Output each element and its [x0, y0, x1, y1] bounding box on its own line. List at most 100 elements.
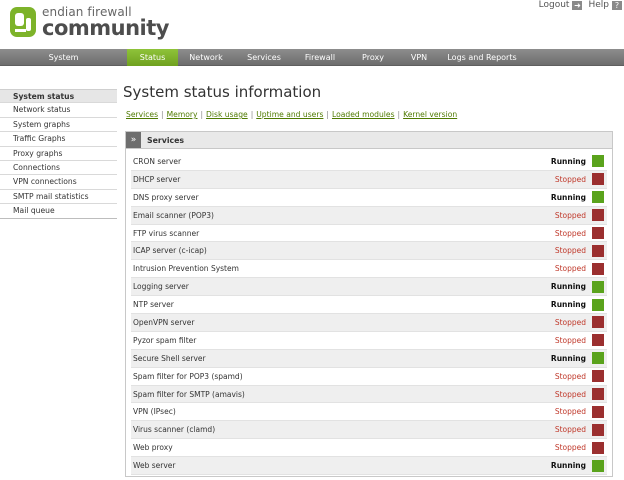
service-name: OpenVPN server [133, 317, 195, 327]
service-row: NTP server Running [131, 296, 607, 315]
sidebar-item-smtp-mail-statistics[interactable]: SMTP mail statistics [0, 190, 117, 205]
service-status: Stopped [554, 371, 586, 381]
sidebar-item-proxy-graphs[interactable]: Proxy graphs [0, 147, 117, 161]
logout-label: Logout [538, 0, 570, 10]
endian-logo-icon [10, 7, 36, 37]
service-name: Email scanner (POP3) [133, 210, 214, 220]
endian-logo: endian firewall community [9, 4, 169, 42]
link-disk-usage[interactable]: Disk usage [206, 110, 248, 119]
service-name: Spam filter for POP3 (spamd) [133, 371, 243, 381]
nav-network[interactable]: Network [178, 49, 234, 66]
service-status: Running [550, 353, 586, 363]
service-row: Secure Shell server Running [131, 349, 607, 368]
stopped-indicator-icon [592, 388, 604, 401]
service-row: OpenVPN server Stopped [131, 314, 607, 332]
stopped-indicator-icon [592, 423, 604, 436]
service-status: Running [550, 461, 586, 471]
nav-status[interactable]: Status [127, 49, 178, 66]
nav-services[interactable]: Services [234, 49, 294, 66]
running-indicator-icon [592, 155, 604, 168]
service-row: Pyzor spam filter Stopped [131, 332, 607, 350]
service-row: ICAP server (c-icap) Stopped [131, 242, 607, 261]
service-status: Running [550, 282, 586, 292]
service-status: Stopped [554, 407, 586, 417]
running-indicator-icon [592, 298, 604, 311]
top-links: Logout ➜ Help ? [539, 0, 622, 12]
services-panel: » Services CRON server Running DHCP server… [125, 131, 613, 477]
help-label: Help [588, 0, 609, 10]
nav-firewall[interactable]: Firewall [294, 49, 346, 66]
service-row: Web server Running [131, 457, 607, 476]
stopped-indicator-icon [592, 334, 604, 347]
collapse-toggle-icon[interactable]: » [126, 132, 141, 148]
services-list: CRON server Running DHCP server Stopped DNS … [126, 149, 612, 476]
service-status: Running [550, 156, 586, 166]
service-status: Stopped [554, 264, 586, 274]
services-panel-title: Services [147, 135, 185, 145]
service-name: DNS proxy server [133, 192, 199, 202]
service-name: Web server [133, 461, 176, 471]
service-row: VPN (IPsec) Stopped [131, 403, 607, 422]
service-row: Spam filter for POP3 (spamd) Stopped [131, 368, 607, 386]
page-title: System status information [123, 83, 322, 101]
nav-proxy[interactable]: Proxy [346, 49, 400, 66]
service-row: DHCP server Stopped [131, 170, 607, 189]
sidebar-item-mail-queue[interactable]: Mail queue [0, 204, 117, 219]
logo-text-line2: community [42, 16, 169, 40]
link-memory[interactable]: Memory [167, 110, 198, 119]
help-icon[interactable]: ? [612, 0, 622, 10]
link-loaded-modules[interactable]: Loaded modules [332, 110, 395, 119]
services-panel-header: » Services [126, 132, 612, 149]
service-status: Running [550, 300, 586, 310]
logout-icon[interactable]: ➜ [572, 0, 583, 10]
service-name: Intrusion Prevention System [133, 264, 239, 274]
stopped-indicator-icon [592, 262, 604, 275]
service-status: Stopped [554, 210, 586, 220]
section-links: Services | Memory | Disk usage | Uptime and us… [126, 110, 457, 119]
stopped-indicator-icon [592, 441, 604, 454]
service-row: FTP virus scanner Stopped [131, 225, 607, 243]
link-separator: | [200, 110, 204, 119]
stopped-indicator-icon [592, 209, 604, 222]
running-indicator-icon [592, 352, 604, 365]
stopped-indicator-icon [592, 370, 604, 383]
link-separator: | [250, 110, 254, 119]
service-row: DNS proxy server Running [131, 189, 607, 207]
service-name: Secure Shell server [133, 353, 206, 363]
stopped-indicator-icon [592, 316, 604, 329]
nav-vpn[interactable]: VPN [400, 49, 438, 66]
sidebar-item-system-graphs[interactable]: System graphs [0, 118, 117, 133]
nav-logs-and-reports[interactable]: Logs and Reports [438, 49, 526, 66]
service-name: DHCP server [133, 174, 181, 184]
service-name: CRON server [133, 156, 182, 166]
help-link[interactable]: Help ? [588, 0, 622, 10]
link-separator: | [326, 110, 329, 119]
service-status: Stopped [554, 317, 586, 327]
service-status: Stopped [554, 228, 586, 238]
link-kernel-version[interactable]: Kernel version [403, 110, 457, 119]
service-name: FTP virus scanner [133, 228, 200, 238]
nav-system[interactable]: System [0, 49, 127, 66]
sidebar-item-connections[interactable]: Connections [0, 161, 117, 176]
service-name: Pyzor spam filter [133, 335, 197, 345]
service-status: Stopped [554, 389, 586, 399]
service-status: Stopped [554, 425, 586, 435]
service-status: Running [550, 192, 586, 202]
link-uptime-and-users[interactable]: Uptime and users [256, 110, 323, 119]
sidebar-item-network-status[interactable]: Network status [0, 103, 117, 118]
link-services[interactable]: Services [126, 110, 158, 119]
main-nav: System Status Network Services Firewall … [0, 49, 624, 66]
service-name: Spam filter for SMTP (amavis) [133, 389, 245, 399]
sidebar-item-vpn-connections[interactable]: VPN connections [0, 175, 117, 190]
running-indicator-icon [592, 459, 604, 472]
sidebar-item-system-status[interactable]: System status [0, 89, 117, 104]
logout-link[interactable]: Logout ➜ [539, 0, 583, 10]
sidebar-item-traffic-graphs[interactable]: Traffic Graphs [0, 132, 117, 147]
link-separator: | [397, 110, 401, 119]
running-indicator-icon [592, 280, 604, 293]
stopped-indicator-icon [592, 244, 604, 257]
service-row: Spam filter for SMTP (amavis) Stopped [131, 385, 607, 404]
service-name: ICAP server (c-icap) [133, 246, 207, 256]
service-row: Email scanner (POP3) Stopped [131, 206, 607, 225]
service-row: Virus scanner (clamd) Stopped [131, 421, 607, 440]
